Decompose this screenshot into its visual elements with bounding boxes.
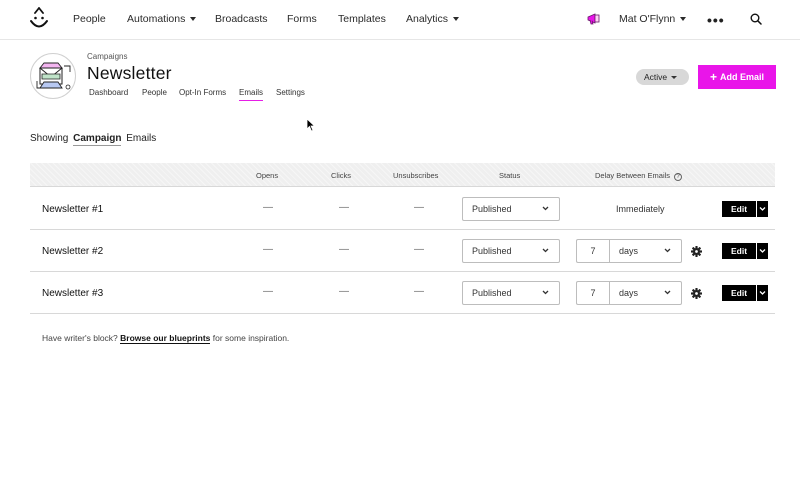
tab-settings[interactable]: Settings (276, 88, 305, 100)
gear-icon[interactable] (691, 288, 702, 299)
email-name[interactable]: Newsletter #3 (42, 288, 103, 299)
nav-people[interactable]: People (73, 13, 106, 25)
status-select[interactable]: Published (462, 281, 560, 305)
table-row: Newsletter #1 — — — Published Immediatel… (30, 188, 775, 230)
ellipsis-icon[interactable]: ••• (707, 12, 725, 28)
footer-suffix: for some inspiration. (212, 333, 290, 343)
table-row: Newsletter #3 — — — Published 7 days Edi… (30, 272, 775, 314)
chevron-down-icon (759, 291, 766, 295)
breadcrumb[interactable]: Campaigns (87, 52, 127, 61)
status-select-value: Published (472, 288, 512, 298)
blueprints-note: Have writer's block? Browse our blueprin… (42, 333, 290, 344)
gear-icon[interactable] (691, 246, 702, 257)
edit-button[interactable]: Edit (722, 285, 756, 301)
nav-automations-label: Automations (127, 13, 186, 25)
opens-value: — (263, 202, 273, 213)
page-title: Newsletter (87, 63, 172, 83)
chevron-down-icon (671, 76, 678, 79)
status-select-value: Published (472, 204, 512, 214)
chevron-down-icon (759, 207, 766, 211)
tab-people[interactable]: People (142, 88, 167, 100)
status-select[interactable]: Published (462, 239, 560, 263)
showing-prefix: Showing (30, 133, 69, 144)
drip-logo-icon[interactable] (28, 7, 50, 33)
chevron-down-icon (453, 17, 460, 21)
tab-emails[interactable]: Emails (239, 88, 264, 101)
header-unsubscribes: Unsubscribes (393, 171, 439, 180)
chevron-down-icon (542, 248, 549, 253)
delay-value-input[interactable]: 7 (576, 239, 609, 263)
email-filter-dropdown[interactable]: Campaign (73, 133, 122, 146)
delay-unit-select[interactable]: days (609, 281, 682, 305)
emails-table-header: Opens Clicks Unsubscribes Status Delay B… (30, 163, 775, 187)
chevron-down-icon (542, 206, 549, 211)
top-navigation: People Automations Broadcasts Forms Temp… (0, 0, 800, 40)
header-opens: Opens (256, 171, 279, 180)
nav-analytics-label: Analytics (406, 13, 449, 25)
delay-unit-select[interactable]: days (609, 239, 682, 263)
header-delay: Delay Between Emails? (595, 171, 683, 181)
user-name: Mat O'Flynn (619, 13, 676, 25)
delay-unit-value: days (619, 246, 639, 256)
showing-filter-text: Showing Campaign Emails (30, 133, 157, 146)
user-menu[interactable]: Mat O'Flynn (619, 13, 687, 25)
edit-menu-button[interactable] (757, 285, 768, 301)
edit-button[interactable]: Edit (722, 243, 756, 259)
tab-opt-in-forms[interactable]: Opt-In Forms (179, 88, 226, 100)
table-row: Newsletter #2 — — — Published 7 days Edi… (30, 230, 775, 272)
chevron-down-icon (664, 290, 671, 295)
help-icon[interactable]: ? (674, 173, 683, 181)
opens-value: — (263, 286, 273, 297)
chevron-down-icon (680, 17, 687, 21)
campaign-status-label: Active (644, 72, 668, 82)
tab-dashboard[interactable]: Dashboard (89, 88, 128, 100)
footer-prefix: Have writer's block? (42, 333, 118, 343)
edit-menu-button[interactable] (757, 201, 768, 217)
add-email-button[interactable]: + Add Email (698, 65, 776, 89)
unsubscribes-value: — (414, 286, 424, 297)
campaign-status-dropdown[interactable]: Active (636, 69, 689, 85)
header-delay-label: Delay Between Emails (595, 171, 671, 180)
megaphone-icon[interactable] (586, 12, 602, 26)
nav-analytics[interactable]: Analytics (406, 13, 460, 25)
status-select[interactable]: Published (462, 197, 560, 221)
clicks-value: — (339, 202, 349, 213)
mouse-cursor-icon (306, 118, 316, 132)
unsubscribes-value: — (414, 202, 424, 213)
edit-button[interactable]: Edit (722, 201, 756, 217)
showing-suffix: Emails (126, 133, 157, 144)
campaign-avatar (30, 53, 76, 99)
chevron-down-icon (190, 17, 197, 21)
nav-automations[interactable]: Automations (127, 13, 197, 25)
nav-broadcasts[interactable]: Broadcasts (215, 13, 268, 25)
clicks-value: — (339, 286, 349, 297)
delay-unit-value: days (619, 288, 639, 298)
campaign-illustration-icon (36, 62, 71, 90)
chevron-down-icon (542, 290, 549, 295)
nav-templates[interactable]: Templates (338, 13, 386, 25)
chevron-down-icon (759, 249, 766, 253)
opens-value: — (263, 244, 273, 255)
nav-forms[interactable]: Forms (287, 13, 317, 25)
status-select-value: Published (472, 246, 512, 256)
email-name[interactable]: Newsletter #1 (42, 204, 103, 215)
unsubscribes-value: — (414, 244, 424, 255)
clicks-value: — (339, 244, 349, 255)
search-icon[interactable] (750, 13, 762, 25)
delay-text: Immediately (616, 204, 665, 214)
header-status: Status (499, 171, 521, 180)
email-name[interactable]: Newsletter #2 (42, 246, 103, 257)
delay-value-input[interactable]: 7 (576, 281, 609, 305)
add-email-label: Add Email (720, 72, 765, 82)
header-clicks: Clicks (331, 171, 351, 180)
edit-menu-button[interactable] (757, 243, 768, 259)
plus-icon: + (709, 70, 717, 84)
chevron-down-icon (664, 248, 671, 253)
browse-blueprints-link[interactable]: Browse our blueprints (120, 333, 211, 344)
